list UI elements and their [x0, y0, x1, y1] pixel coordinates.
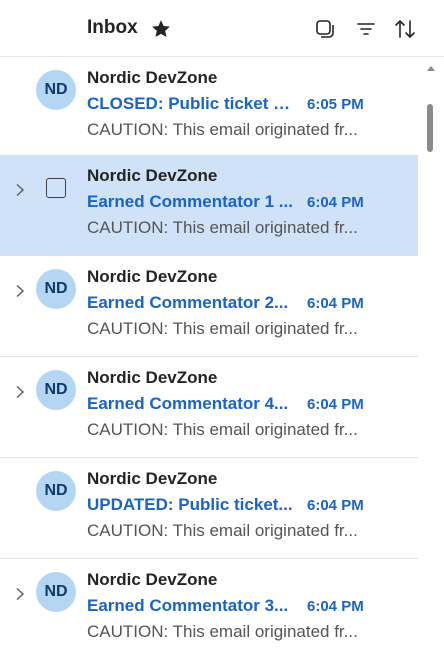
scroll-up-arrow-icon[interactable] [427, 66, 435, 71]
scrollbar-thumb[interactable] [427, 104, 433, 152]
chevron-right-icon[interactable] [14, 284, 26, 298]
received-time: 6:04 PM [307, 396, 364, 413]
message-row[interactable]: ND Nordic DevZone CLOSED: Public ticket … [0, 57, 418, 158]
message-row[interactable]: ND Nordic DevZone UPDATED: Public ticket… [0, 458, 418, 559]
avatar: ND [36, 471, 76, 511]
message-row[interactable]: ND Nordic DevZone Earned Commentator 4..… [0, 357, 418, 458]
select-checkbox[interactable] [46, 178, 66, 198]
preview-text: CAUTION: This email originated fr... [87, 420, 358, 439]
chevron-right-icon[interactable] [14, 183, 26, 197]
sender-name: Nordic DevZone [87, 68, 218, 87]
vertical-scrollbar[interactable] [418, 57, 444, 659]
select-mode-icon[interactable] [313, 17, 337, 41]
subject-line: CLOSED: Public ticket n... [87, 94, 293, 113]
received-time: 6:04 PM [307, 497, 364, 514]
sender-name: Nordic DevZone [87, 368, 218, 387]
received-time: 6:04 PM [307, 598, 364, 615]
subject-line: Earned Commentator 1 ... [87, 192, 293, 211]
avatar: ND [36, 370, 76, 410]
sender-name: Nordic DevZone [87, 570, 218, 589]
avatar: ND [36, 269, 76, 309]
sender-name: Nordic DevZone [87, 166, 218, 185]
folder-title: Inbox [87, 17, 138, 38]
subject-line: UPDATED: Public ticket... [87, 495, 293, 514]
received-time: 6:04 PM [307, 194, 364, 211]
chevron-right-icon[interactable] [14, 587, 26, 601]
filter-icon[interactable] [354, 17, 378, 41]
avatar: ND [36, 70, 76, 110]
preview-text: CAUTION: This email originated fr... [87, 120, 358, 139]
inbox-header: Inbox [0, 0, 444, 57]
sender-name: Nordic DevZone [87, 469, 218, 488]
message-row[interactable]: ND Nordic DevZone Earned Commentator 2..… [0, 256, 418, 357]
avatar: ND [36, 572, 76, 612]
subject-line: Earned Commentator 2... [87, 293, 289, 312]
received-time: 6:05 PM [307, 96, 364, 113]
star-icon[interactable] [150, 18, 172, 40]
message-row[interactable]: ND Nordic DevZone Earned Commentator 3..… [0, 559, 418, 659]
message-row[interactable]: Nordic DevZone Earned Commentator 1 ... … [0, 155, 418, 256]
sort-icon[interactable] [393, 17, 417, 41]
preview-text: CAUTION: This email originated fr... [87, 319, 358, 338]
received-time: 6:04 PM [307, 295, 364, 312]
preview-text: CAUTION: This email originated fr... [87, 218, 358, 237]
message-list: ND Nordic DevZone CLOSED: Public ticket … [0, 57, 418, 659]
chevron-right-icon[interactable] [14, 385, 26, 399]
sender-name: Nordic DevZone [87, 267, 218, 286]
preview-text: CAUTION: This email originated fr... [87, 521, 358, 540]
preview-text: CAUTION: This email originated fr... [87, 622, 358, 641]
subject-line: Earned Commentator 3... [87, 596, 289, 615]
subject-line: Earned Commentator 4... [87, 394, 289, 413]
